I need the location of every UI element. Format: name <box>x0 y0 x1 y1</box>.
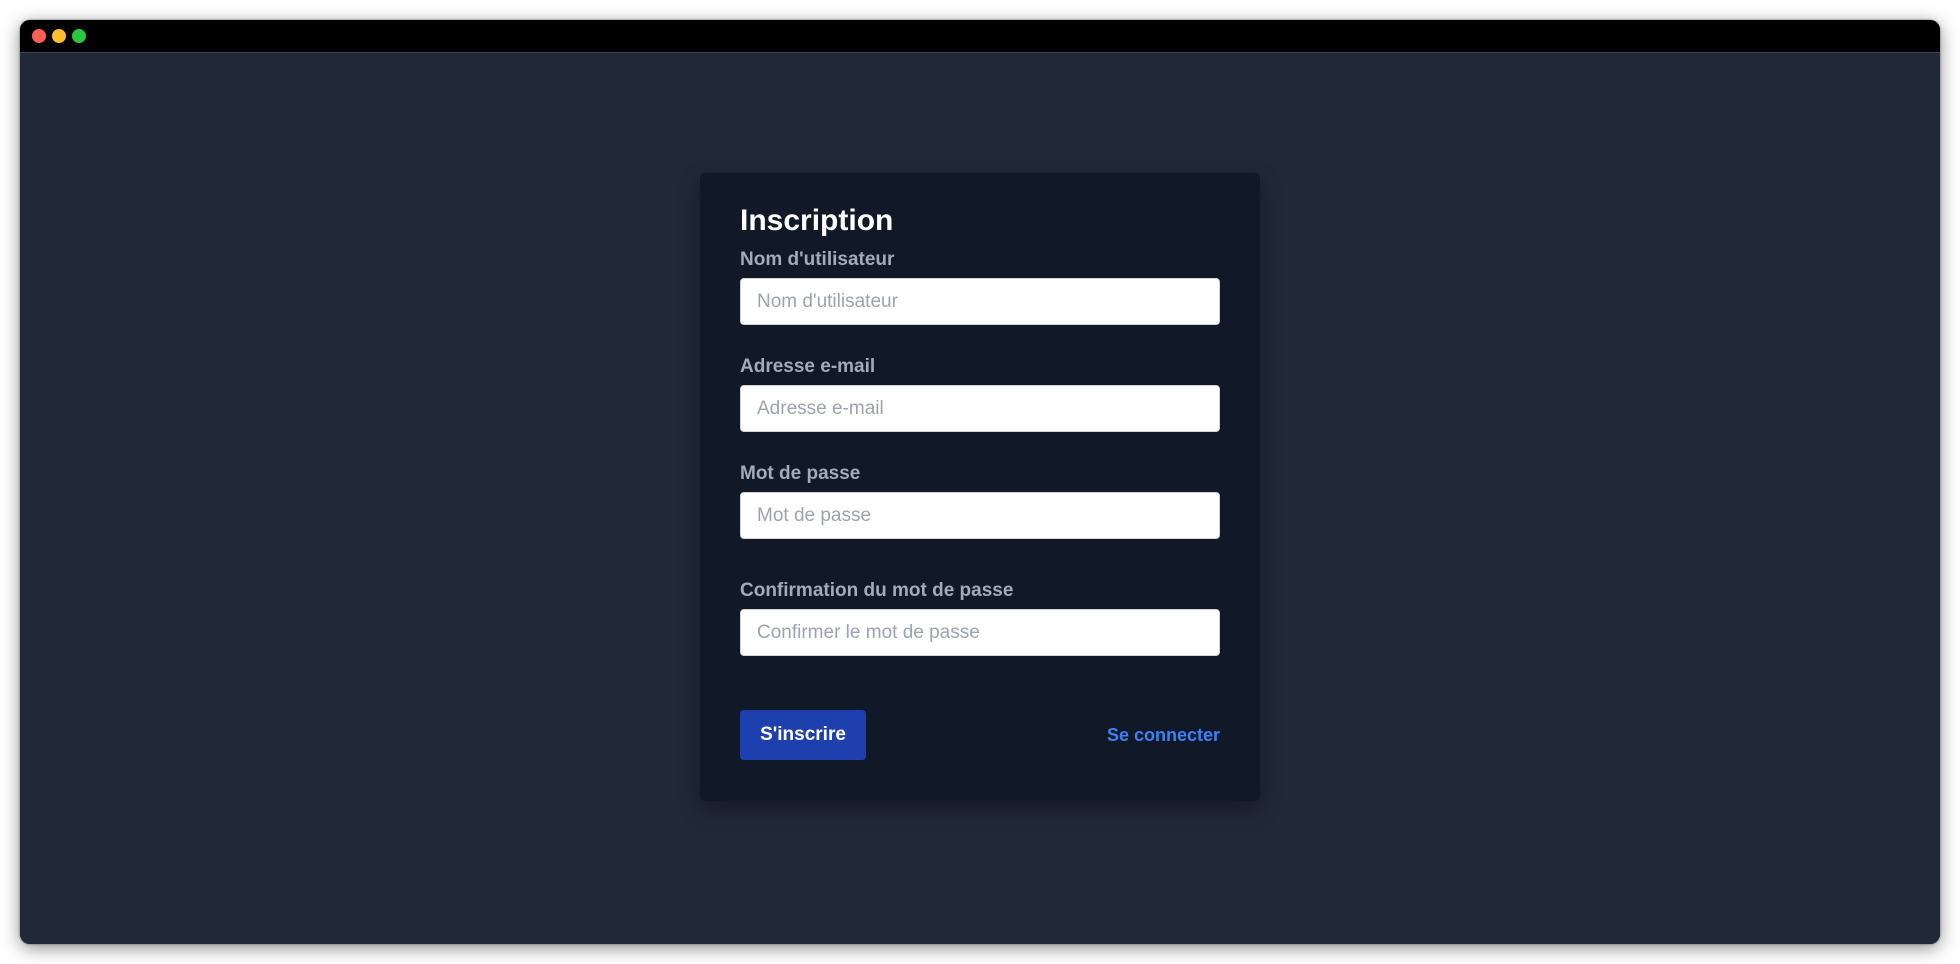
window-maximize-button[interactable] <box>72 29 86 43</box>
signup-form-card: Inscription Nom d'utilisateur Adresse e-… <box>700 173 1260 801</box>
email-label: Adresse e-mail <box>740 356 876 377</box>
confirm-password-label: Confirmation du mot de passe <box>740 580 1014 601</box>
window-close-button[interactable] <box>32 29 46 43</box>
window-minimize-button[interactable] <box>52 29 66 43</box>
form-title: Inscription <box>740 204 894 237</box>
window-titlebar <box>20 20 1940 53</box>
confirm-password-input[interactable] <box>740 609 1220 656</box>
password-input[interactable] <box>740 492 1220 539</box>
username-label: Nom d'utilisateur <box>740 249 895 270</box>
email-input[interactable] <box>740 385 1220 432</box>
username-input[interactable] <box>740 278 1220 325</box>
login-link[interactable]: Se connecter <box>1107 725 1220 747</box>
app-window: Inscription Nom d'utilisateur Adresse e-… <box>20 20 1940 944</box>
password-label: Mot de passe <box>740 463 861 484</box>
signup-button[interactable]: S'inscrire <box>740 710 866 760</box>
page-content: Inscription Nom d'utilisateur Adresse e-… <box>20 53 1940 944</box>
